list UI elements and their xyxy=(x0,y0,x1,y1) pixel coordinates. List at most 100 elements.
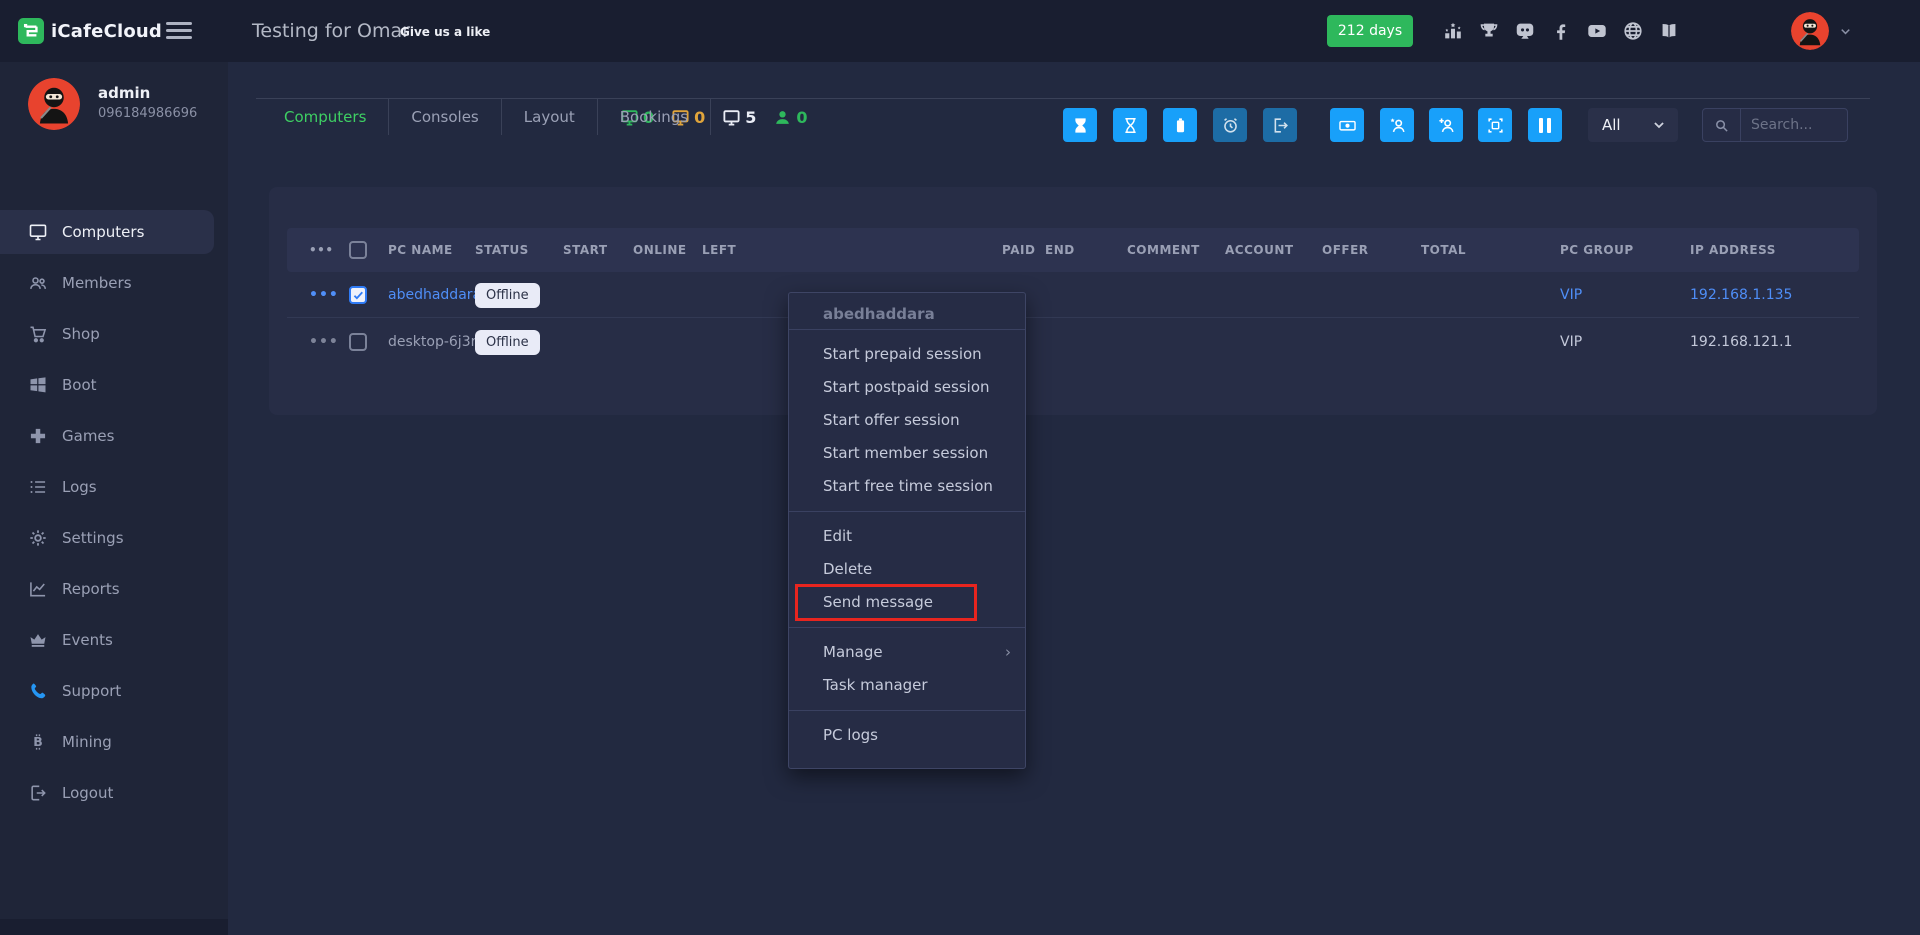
ip-address-value[interactable]: 192.168.1.135 xyxy=(1690,272,1792,318)
youtube-icon[interactable] xyxy=(1585,19,1609,43)
menu-item-send-message[interactable]: Send message xyxy=(789,586,1025,619)
screenshot-icon xyxy=(1486,116,1505,135)
admin-phone: 096184986696 xyxy=(98,106,197,121)
member-login-button[interactable] xyxy=(1380,108,1414,142)
battery-icon xyxy=(1171,116,1190,135)
tab-layout[interactable]: Layout xyxy=(502,99,598,135)
facebook-icon[interactable] xyxy=(1549,19,1573,43)
sidebar-item-shop[interactable]: Shop xyxy=(0,312,228,356)
col-end[interactable]: END xyxy=(1045,228,1075,272)
topbar-brand-area: iCafeCloud xyxy=(0,0,228,62)
tab-consoles[interactable]: Consoles xyxy=(389,99,501,135)
menu-item-delete[interactable]: Delete xyxy=(789,553,1025,586)
monitor-icon xyxy=(722,108,741,127)
col-offer[interactable]: OFFER xyxy=(1322,228,1369,272)
admin-avatar[interactable] xyxy=(28,78,80,130)
col-status[interactable]: STATUS xyxy=(475,228,529,272)
col-comment[interactable]: COMMENT xyxy=(1127,228,1200,272)
brand-name: iCafeCloud xyxy=(51,21,162,42)
list-icon xyxy=(28,477,48,497)
globe-icon[interactable] xyxy=(1621,19,1645,43)
sidebar-item-games[interactable]: Games xyxy=(0,414,228,458)
end-session-icon xyxy=(1271,116,1290,135)
menu-item-edit[interactable]: Edit xyxy=(789,520,1025,553)
user-menu-chevron-icon[interactable] xyxy=(1838,24,1853,39)
row-checkbox-checked[interactable] xyxy=(349,286,367,304)
start-offer-session-button[interactable] xyxy=(1163,108,1197,142)
col-pc-group[interactable]: PC GROUP xyxy=(1560,228,1634,272)
col-pc-name[interactable]: PC NAME xyxy=(388,228,453,272)
table-row-desktop[interactable]: ••• desktop-6j3rg… Offline VIP 192.168.1… xyxy=(287,319,1859,365)
menu-item-start-postpaid-session[interactable]: Start postpaid session xyxy=(789,371,1025,404)
col-start[interactable]: START xyxy=(563,228,608,272)
search-input[interactable] xyxy=(1741,109,1847,141)
row-checkbox-unchecked[interactable] xyxy=(349,333,367,351)
menu-item-start-member-session[interactable]: Start member session xyxy=(789,437,1025,470)
admin-username: admin xyxy=(98,84,150,102)
end-session-button[interactable] xyxy=(1263,108,1297,142)
menu-item-start-free-time-session[interactable]: Start free time session xyxy=(789,470,1025,503)
sidebar-item-boot[interactable]: Boot xyxy=(0,363,228,407)
row-actions-dots[interactable]: ••• xyxy=(309,319,339,365)
logout-icon xyxy=(28,783,48,803)
screenshot-button[interactable] xyxy=(1478,108,1512,142)
sidebar-item-events[interactable]: Events xyxy=(0,618,228,662)
give-us-a-like-link[interactable]: Give us a like xyxy=(400,25,490,39)
col-ip-address[interactable]: IP ADDRESS xyxy=(1690,228,1776,272)
menu-item-start-prepaid-session[interactable]: Start prepaid session xyxy=(789,338,1025,371)
app-logo[interactable]: iCafeCloud xyxy=(18,18,162,44)
pc-context-menu: abedhaddara Start prepaid session Start … xyxy=(788,292,1026,769)
tab-computers[interactable]: Computers xyxy=(262,99,389,135)
computers-table-card: ••• PC NAME STATUS START ONLINE LEFT PAI… xyxy=(269,187,1877,415)
user-avatar[interactable] xyxy=(1791,12,1829,50)
manual-book-icon[interactable] xyxy=(1657,19,1681,43)
col-left[interactable]: LEFT xyxy=(702,228,736,272)
tab-bookings[interactable]: Bookings xyxy=(598,99,711,135)
discord-icon[interactable] xyxy=(1513,19,1537,43)
trophy-icon[interactable] xyxy=(1477,19,1501,43)
menu-toggle-icon[interactable] xyxy=(166,22,192,40)
sidebar-item-computers[interactable]: Computers xyxy=(0,210,214,254)
topbar-icons xyxy=(1441,0,1681,62)
member-add-icon xyxy=(1437,116,1456,135)
col-online[interactable]: ONLINE xyxy=(633,228,687,272)
row-actions-dots[interactable]: ••• xyxy=(309,272,339,318)
add-member-button[interactable] xyxy=(1429,108,1463,142)
menu-item-task-manager[interactable]: Task manager xyxy=(789,669,1025,702)
pc-group-value[interactable]: VIP xyxy=(1560,272,1582,318)
leaderboard-icon[interactable] xyxy=(1441,19,1465,43)
sidebar-item-logs[interactable]: Logs xyxy=(0,465,228,509)
license-days-badge[interactable]: 212 days xyxy=(1327,15,1413,47)
sidebar-item-settings[interactable]: Settings xyxy=(0,516,228,560)
pc-group-value[interactable]: VIP xyxy=(1560,319,1582,365)
hourglass-outline-icon xyxy=(1121,116,1140,135)
col-total[interactable]: TOTAL xyxy=(1421,228,1466,272)
phone-icon xyxy=(28,681,48,701)
menu-item-manage[interactable]: Manage › xyxy=(789,636,1025,669)
search-icon xyxy=(1703,109,1741,141)
table-row-abedhaddara[interactable]: ••• abedhaddara Offline VIP 192.168.1.13… xyxy=(287,272,1859,318)
sidebar-item-mining[interactable]: B Mining xyxy=(0,720,228,764)
pc-group-filter[interactable]: All xyxy=(1588,108,1678,142)
sidebar-item-reports[interactable]: Reports xyxy=(0,567,228,611)
sidebar-item-members[interactable]: Members xyxy=(0,261,228,305)
crown-icon xyxy=(28,630,48,650)
header-actions-dots[interactable]: ••• xyxy=(309,228,334,272)
sidebar-item-support[interactable]: Support xyxy=(0,669,228,713)
gear-icon xyxy=(28,528,48,548)
submenu-chevron-icon: › xyxy=(1005,636,1011,669)
alarm-session-button[interactable] xyxy=(1213,108,1247,142)
pause-button[interactable] xyxy=(1528,108,1562,142)
menu-item-start-offer-session[interactable]: Start offer session xyxy=(789,404,1025,437)
ip-address-value[interactable]: 192.168.121.1 xyxy=(1690,319,1792,365)
start-prepaid-session-button[interactable] xyxy=(1063,108,1097,142)
charge-cash-button[interactable] xyxy=(1330,108,1364,142)
start-postpaid-session-button[interactable] xyxy=(1113,108,1147,142)
col-account[interactable]: ACCOUNT xyxy=(1225,228,1294,272)
pc-name-link[interactable]: abedhaddara xyxy=(388,272,481,318)
menu-item-pc-logs[interactable]: PC logs xyxy=(789,719,1025,752)
select-all-checkbox[interactable] xyxy=(349,241,367,259)
sidebar-item-logout[interactable]: Logout xyxy=(0,771,228,815)
bitcoin-icon: B xyxy=(28,732,48,752)
col-paid[interactable]: PAID xyxy=(1002,228,1035,272)
